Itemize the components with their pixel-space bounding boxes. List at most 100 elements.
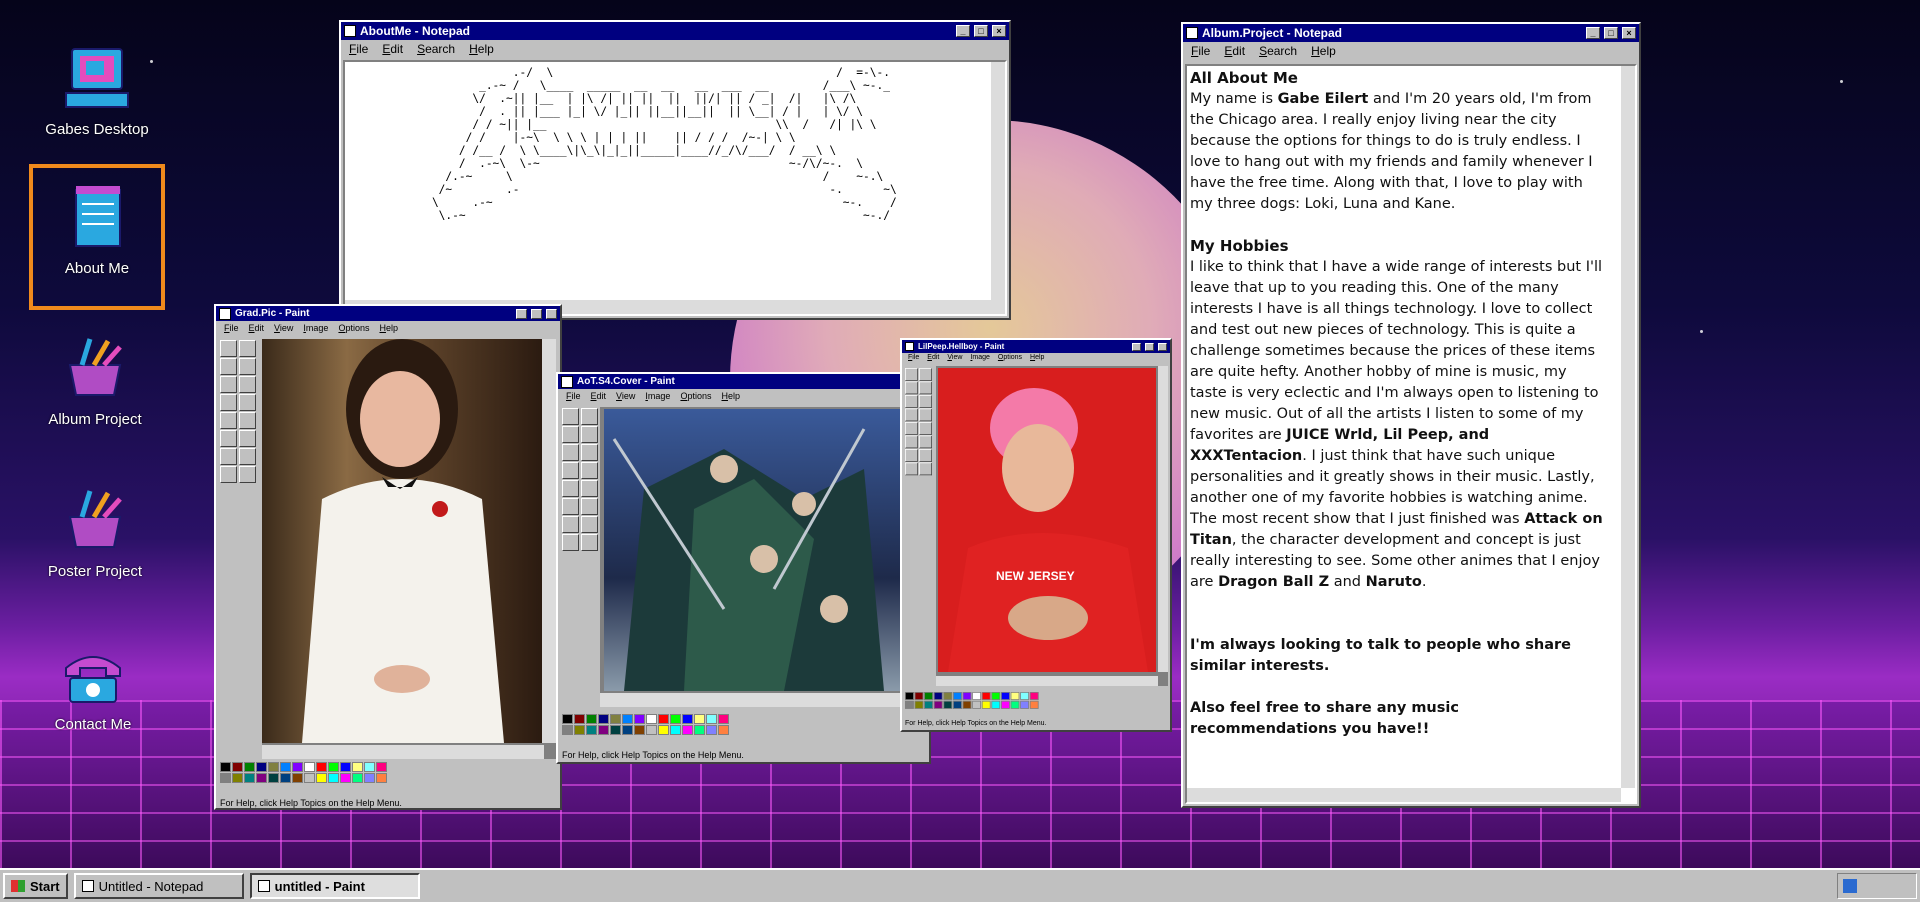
menu-help[interactable]: Help: [379, 323, 398, 334]
palette-swatch[interactable]: [914, 700, 924, 709]
horizontal-scrollbar[interactable]: [600, 693, 910, 707]
palette-swatch[interactable]: [220, 762, 231, 772]
menu-file[interactable]: File: [349, 42, 368, 56]
palette-swatch[interactable]: [953, 692, 962, 700]
pencil-tool[interactable]: [905, 408, 918, 422]
rectangle-tool[interactable]: [905, 449, 918, 462]
palette-swatch[interactable]: [574, 714, 585, 724]
palette-swatch[interactable]: [352, 773, 363, 783]
menu-edit[interactable]: Edit: [382, 42, 403, 56]
menu-image[interactable]: Image: [970, 354, 989, 364]
minimize-button[interactable]: [1132, 342, 1141, 351]
brush-tool[interactable]: [581, 462, 598, 479]
palette-swatch[interactable]: [352, 762, 363, 772]
minimize-button[interactable]: _: [956, 25, 970, 37]
minimize-button[interactable]: _: [1586, 27, 1600, 39]
palette-swatch[interactable]: [376, 773, 387, 783]
palette-swatch[interactable]: [268, 762, 279, 772]
horizontal-scrollbar[interactable]: [936, 676, 1158, 686]
taskbar-item-notepad[interactable]: Untitled - Notepad: [73, 873, 244, 899]
text-tool[interactable]: [919, 422, 932, 435]
maximize-button[interactable]: [531, 308, 542, 319]
canvas-area[interactable]: [262, 339, 556, 759]
select-tool[interactable]: [581, 408, 598, 425]
vertical-scrollbar[interactable]: [991, 62, 1005, 302]
palette-swatch[interactable]: [586, 714, 597, 724]
menu-search[interactable]: Search: [417, 42, 455, 56]
palette-swatch[interactable]: [972, 700, 981, 709]
magnifier-tool[interactable]: [581, 444, 598, 461]
palette-swatch[interactable]: [598, 714, 609, 724]
palette-swatch[interactable]: [220, 773, 231, 783]
brush-tool[interactable]: [919, 408, 932, 422]
palette-swatch[interactable]: [914, 692, 924, 700]
rounded-rect-tool[interactable]: [239, 466, 256, 483]
palette-swatch[interactable]: [244, 762, 255, 772]
eraser-tool[interactable]: [220, 358, 237, 375]
polygon-tool[interactable]: [239, 448, 256, 465]
fill-tool[interactable]: [239, 358, 256, 375]
desktop-icon-contact-me[interactable]: Contact Me: [33, 640, 153, 733]
start-button[interactable]: Start: [3, 873, 68, 899]
palette-swatch[interactable]: [364, 762, 375, 772]
airbrush-tool[interactable]: [905, 422, 918, 435]
menu-help[interactable]: Help: [469, 42, 494, 56]
horizontal-scrollbar[interactable]: [262, 745, 544, 759]
picker-tool[interactable]: [905, 395, 918, 408]
palette-swatch[interactable]: [622, 714, 633, 724]
palette-swatch[interactable]: [953, 700, 962, 709]
palette-swatch[interactable]: [280, 773, 291, 783]
menu-file[interactable]: File: [1191, 44, 1210, 58]
palette-swatch[interactable]: [1020, 692, 1029, 700]
vertical-scrollbar[interactable]: [1621, 66, 1635, 788]
pencil-tool[interactable]: [562, 462, 579, 479]
palette-swatch[interactable]: [1029, 700, 1039, 709]
menu-help[interactable]: Help: [721, 391, 740, 402]
canvas-area[interactable]: NEW JERSEY: [936, 366, 1168, 686]
palette-swatch[interactable]: [991, 692, 1001, 700]
palette-swatch[interactable]: [562, 725, 573, 735]
grad-pic-paint-window[interactable]: Grad.Pic - Paint File Edit View Image Op…: [214, 304, 562, 810]
palette-swatch[interactable]: [316, 773, 327, 783]
aot-cover-paint-window[interactable]: AoT.S4.Cover - Paint File Edit View Imag…: [556, 372, 931, 764]
airbrush-tool[interactable]: [562, 480, 579, 497]
line-tool[interactable]: [562, 498, 579, 515]
about-me-notepad-window[interactable]: AboutMe - Notepad _ □ × File Edit Search…: [339, 20, 1011, 320]
polygon-tool[interactable]: [919, 449, 932, 462]
maximize-button[interactable]: [1145, 342, 1154, 351]
menu-search[interactable]: Search: [1259, 44, 1297, 58]
polygon-tool[interactable]: [581, 516, 598, 533]
free-select-tool[interactable]: [905, 368, 918, 381]
palette-swatch[interactable]: [292, 773, 303, 783]
palette-swatch[interactable]: [1001, 692, 1010, 700]
palette-swatch[interactable]: [924, 700, 933, 709]
maximize-button[interactable]: □: [1604, 27, 1618, 39]
text-area[interactable]: All About Me My name is Gabe Eilert and …: [1185, 64, 1637, 804]
menu-view[interactable]: View: [947, 354, 962, 364]
palette-swatch[interactable]: [981, 692, 991, 700]
airbrush-tool[interactable]: [220, 412, 237, 429]
palette-swatch[interactable]: [1020, 700, 1029, 709]
palette-swatch[interactable]: [586, 725, 597, 735]
canvas-area[interactable]: [600, 407, 922, 707]
brush-tool[interactable]: [239, 394, 256, 411]
menu-view[interactable]: View: [616, 391, 635, 402]
rectangle-tool[interactable]: [562, 516, 579, 533]
palette-swatch[interactable]: [1001, 700, 1010, 709]
palette-swatch[interactable]: [634, 714, 645, 724]
title-bar[interactable]: Album.Project - Notepad _ □ ×: [1183, 24, 1639, 42]
picker-tool[interactable]: [220, 376, 237, 393]
menu-file[interactable]: File: [224, 323, 239, 334]
close-button[interactable]: [546, 308, 557, 319]
menu-help[interactable]: Help: [1311, 44, 1336, 58]
fill-tool[interactable]: [919, 381, 932, 395]
menu-image[interactable]: Image: [645, 391, 670, 402]
free-select-tool[interactable]: [562, 408, 579, 425]
title-bar[interactable]: LilPeep.Hellboy - Paint: [902, 340, 1170, 353]
palette-swatch[interactable]: [1029, 692, 1039, 700]
palette-swatch[interactable]: [933, 700, 943, 709]
palette-swatch[interactable]: [933, 692, 943, 700]
maximize-button[interactable]: □: [974, 25, 988, 37]
palette-swatch[interactable]: [646, 714, 657, 724]
palette-swatch[interactable]: [1010, 700, 1020, 709]
